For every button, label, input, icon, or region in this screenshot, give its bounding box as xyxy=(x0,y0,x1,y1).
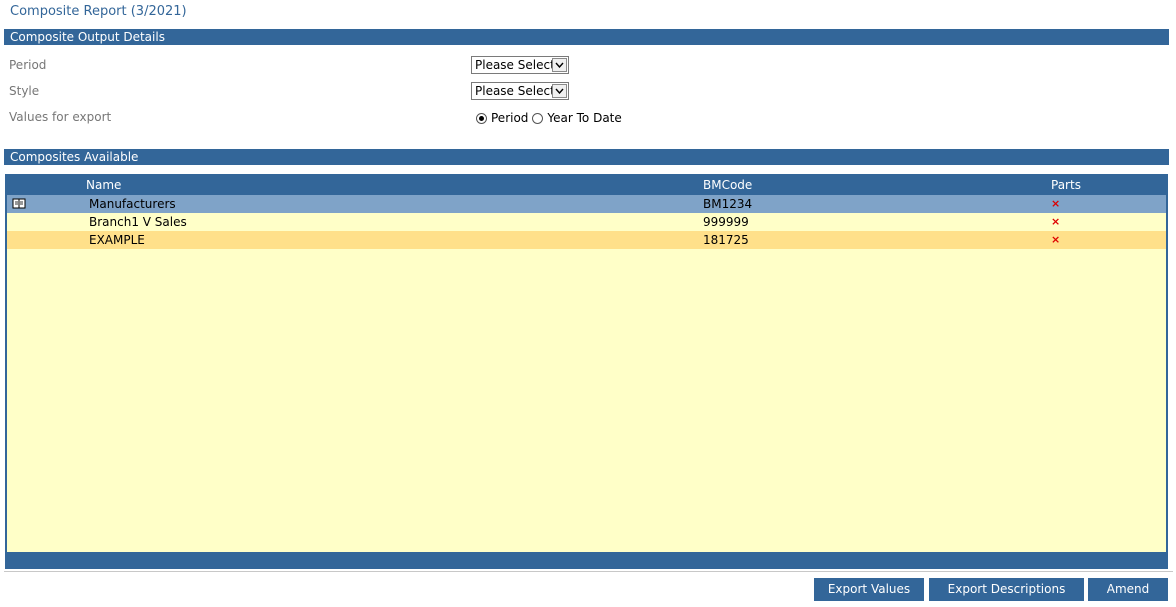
table-row[interactable]: Branch1 V Sales 999999 × xyxy=(7,213,1166,231)
export-descriptions-button[interactable]: Export Descriptions xyxy=(929,578,1084,601)
table-row[interactable]: EXAMPLE 181725 × xyxy=(7,231,1166,249)
values-radio-group: Period Year To Date xyxy=(476,111,626,125)
amend-button[interactable]: Amend xyxy=(1088,578,1168,601)
composites-available-header: Composites Available xyxy=(4,149,1169,165)
chevron-down-icon[interactable] xyxy=(552,84,567,98)
column-header-name[interactable]: Name xyxy=(86,176,121,195)
book-icon xyxy=(12,198,26,209)
row-bmcode: 999999 xyxy=(703,215,749,229)
row-bmcode: BM1234 xyxy=(703,197,753,211)
row-name: Manufacturers xyxy=(89,197,176,211)
red-x-icon[interactable]: × xyxy=(1051,195,1060,213)
grid-header: Name BMCode Parts xyxy=(7,176,1166,195)
row-name: EXAMPLE xyxy=(89,233,145,247)
style-label: Style xyxy=(9,84,40,98)
row-name: Branch1 V Sales xyxy=(89,215,187,229)
chevron-down-icon[interactable] xyxy=(552,58,567,72)
column-header-parts[interactable]: Parts xyxy=(1051,176,1081,195)
column-header-bmcode[interactable]: BMCode xyxy=(703,176,752,195)
row-bmcode: 181725 xyxy=(703,233,749,247)
radio-period-label: Period xyxy=(491,111,529,125)
composites-grid: Name BMCode Parts Manufacturers BM1234 ×… xyxy=(5,174,1168,569)
radio-option-ytd[interactable]: Year To Date xyxy=(532,111,622,125)
radio-ytd-label: Year To Date xyxy=(547,111,622,125)
red-x-icon[interactable]: × xyxy=(1051,213,1060,231)
style-select-value: Please Select. xyxy=(475,84,559,98)
table-row[interactable]: Manufacturers BM1234 × xyxy=(7,195,1166,213)
divider xyxy=(4,571,1173,572)
style-select[interactable]: Please Select. xyxy=(471,82,569,100)
output-details-header: Composite Output Details xyxy=(4,29,1169,45)
values-for-export-label: Values for export xyxy=(9,110,112,124)
radio-option-period[interactable]: Period xyxy=(476,111,528,125)
grid-footer xyxy=(7,552,1166,567)
period-select[interactable]: Please Select. xyxy=(471,56,569,74)
export-values-button[interactable]: Export Values xyxy=(814,578,924,601)
radio-ytd[interactable] xyxy=(532,112,544,124)
radio-period[interactable] xyxy=(476,112,487,124)
red-x-icon[interactable]: × xyxy=(1051,231,1060,249)
period-label: Period xyxy=(9,58,47,72)
page-title: Composite Report (3/2021) xyxy=(10,4,187,19)
period-select-value: Please Select. xyxy=(475,58,559,72)
